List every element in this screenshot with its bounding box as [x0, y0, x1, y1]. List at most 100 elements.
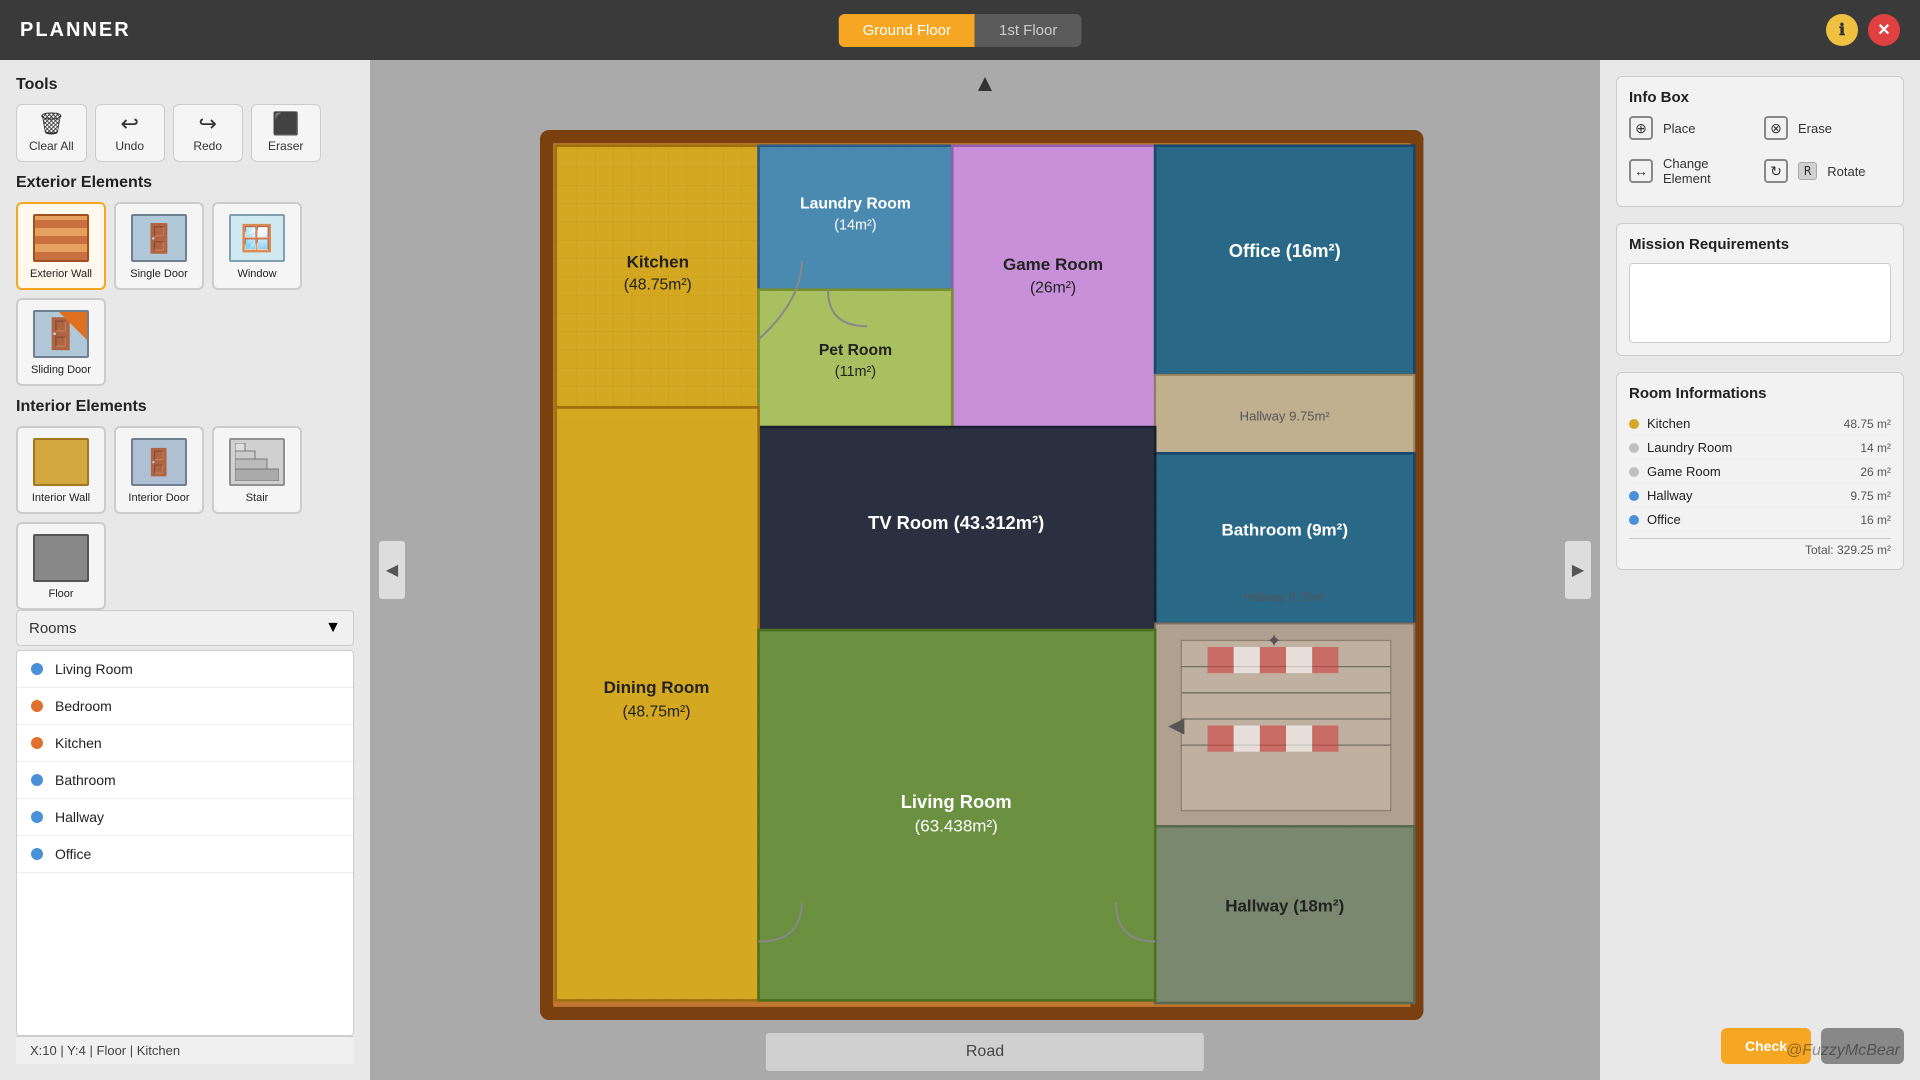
rooms-dropdown-header[interactable]: Rooms ▼ — [16, 610, 354, 646]
room-label-living-room: Living Room — [55, 661, 133, 677]
redo-button[interactable]: ↪ Redo — [173, 104, 243, 162]
rotate-icon: ↻ — [1764, 159, 1788, 183]
road-label: Road — [765, 1032, 1205, 1072]
svg-text:Hallway 9.75m²: Hallway 9.75m² — [1240, 409, 1331, 424]
svg-text:◀: ◀ — [1168, 714, 1185, 737]
room-label-hallway: Hallway — [55, 809, 104, 825]
exterior-wall-button[interactable]: Exterior Wall — [16, 202, 106, 290]
room-dot-office — [31, 848, 43, 860]
rotate-label: Rotate — [1827, 164, 1865, 179]
room-item-bathroom[interactable]: Bathroom — [17, 762, 353, 799]
sliding-door-icon-box: 🚪 — [31, 308, 91, 360]
clear-all-button[interactable]: 🗑 Clear All — [16, 104, 87, 162]
room-item-office[interactable]: Office — [17, 836, 353, 873]
room-info-name-game-room: Game Room — [1647, 464, 1860, 479]
status-text: X:10 | Y:4 | Floor | Kitchen — [30, 1043, 180, 1058]
window-icon-box: 🪟 — [227, 212, 287, 264]
interior-elements-grid: Interior Wall 🚪 Interior Door — [16, 426, 354, 610]
svg-text:Pet Room: Pet Room — [819, 342, 892, 359]
exterior-wall-icon-box — [31, 212, 91, 264]
rooms-dropdown-icon: ▼ — [325, 619, 341, 637]
svg-text:(11m²): (11m²) — [835, 364, 876, 380]
exterior-wall-label: Exterior Wall — [30, 268, 92, 280]
sliding-door-corner — [59, 312, 87, 340]
clear-all-label: Clear All — [29, 139, 74, 153]
room-info-hallway: Hallway 9.75 m² — [1629, 484, 1891, 508]
room-info-area-hallway: 9.75 m² — [1850, 489, 1891, 503]
info-place-row: ⊕ Place — [1629, 116, 1756, 140]
room-info-area-kitchen: 48.75 m² — [1844, 417, 1891, 431]
room-dot-bedroom — [31, 700, 43, 712]
info-box-section: Info Box ⊕ Place ⊗ Erase ↔ Change Elemen… — [1616, 76, 1904, 207]
window-button[interactable]: 🪟 Window — [212, 202, 302, 290]
svg-text:Kitchen: Kitchen — [627, 252, 689, 271]
canvas-area[interactable]: ◀ ▶ ▲ Kitchen (48.75m²) — [370, 60, 1600, 1080]
room-info-total: Total: 329.25 m² — [1629, 538, 1891, 557]
room-item-hallway[interactable]: Hallway — [17, 799, 353, 836]
header: PLANNER Ground Floor 1st Floor ℹ ✕ — [0, 0, 1920, 60]
single-door-icon: 🚪 — [131, 214, 187, 262]
sliding-door-button[interactable]: 🚪 Sliding Door — [16, 298, 106, 386]
change-element-icon: ↔ — [1629, 159, 1653, 183]
svg-text:(63.438m²): (63.438m²) — [915, 817, 998, 836]
interior-door-button[interactable]: 🚪 Interior Door — [114, 426, 204, 514]
stair-label: Stair — [246, 492, 269, 504]
room-dot-kitchen — [31, 737, 43, 749]
room-item-bedroom[interactable]: Bedroom — [17, 688, 353, 725]
room-info-name-kitchen: Kitchen — [1647, 416, 1844, 431]
sliding-door-label: Sliding Door — [31, 364, 91, 376]
tools-section: Tools 🗑 Clear All ↩ Undo ↪ Redo ⬛ Eraser — [16, 76, 354, 162]
stair-button[interactable]: Stair — [212, 426, 302, 514]
interior-wall-button[interactable]: Interior Wall — [16, 426, 106, 514]
exterior-elements-title: Exterior Elements — [16, 174, 354, 192]
nav-arrow-left[interactable]: ◀ — [378, 540, 406, 600]
close-icon-button[interactable]: ✕ — [1868, 14, 1900, 46]
mission-title: Mission Requirements — [1629, 236, 1891, 253]
room-info-dot-laundry — [1629, 443, 1639, 453]
window-label: Window — [237, 268, 276, 280]
floor-plan: Kitchen (48.75m²) Laundry Room (14m²) Ga… — [410, 130, 1560, 1020]
rotate-key: R — [1798, 162, 1817, 180]
interior-door-icon-box: 🚪 — [129, 436, 189, 488]
tab-ground-floor[interactable]: Ground Floor — [839, 14, 975, 47]
eraser-button[interactable]: ⬛ Eraser — [251, 104, 321, 162]
road-text: Road — [966, 1043, 1004, 1060]
room-info-dot-office — [1629, 515, 1639, 525]
eraser-icon: ⬛ — [272, 113, 299, 135]
interior-door-icon: 🚪 — [131, 438, 187, 486]
single-door-button[interactable]: 🚪 Single Door — [114, 202, 204, 290]
room-label-office: Office — [55, 846, 91, 862]
svg-text:Hallway 9.75m²: Hallway 9.75m² — [1244, 591, 1325, 604]
undo-label: Undo — [115, 139, 144, 153]
room-dot-hallway — [31, 811, 43, 823]
room-info-name-hallway: Hallway — [1647, 488, 1850, 503]
room-info-dot-hallway — [1629, 491, 1639, 501]
room-info-name-office: Office — [1647, 512, 1860, 527]
room-info-dot-game-room — [1629, 467, 1639, 477]
undo-button[interactable]: ↩ Undo — [95, 104, 165, 162]
left-panel: Tools 🗑 Clear All ↩ Undo ↪ Redo ⬛ Eraser — [0, 60, 370, 1080]
sliding-door-icon: 🚪 — [33, 310, 89, 358]
rooms-header-label: Rooms — [29, 620, 325, 637]
app-title: PLANNER — [20, 19, 131, 42]
svg-text:Living Room: Living Room — [901, 791, 1012, 812]
room-item-kitchen[interactable]: Kitchen — [17, 725, 353, 762]
info-icon-button[interactable]: ℹ — [1826, 14, 1858, 46]
mission-box — [1629, 263, 1891, 343]
clear-all-icon: 🗑 — [37, 113, 65, 135]
stair-icon-box — [227, 436, 287, 488]
room-item-living-room[interactable]: Living Room — [17, 651, 353, 688]
tools-title: Tools — [16, 76, 354, 94]
interior-door-label: Interior Door — [128, 492, 189, 504]
tab-1st-floor[interactable]: 1st Floor — [975, 14, 1081, 47]
tools-row: 🗑 Clear All ↩ Undo ↪ Redo ⬛ Eraser — [16, 104, 354, 162]
svg-text:Game Room: Game Room — [1003, 255, 1103, 274]
rooms-section: Rooms ▼ Living Room Bedroom Kitchen — [16, 610, 354, 1036]
info-erase-row: ⊗ Erase — [1764, 116, 1891, 140]
nav-arrow-right[interactable]: ▶ — [1564, 540, 1592, 600]
rooms-list[interactable]: Living Room Bedroom Kitchen Bathroom Hal… — [16, 650, 354, 1036]
room-info-area-game-room: 26 m² — [1860, 465, 1891, 479]
floor-button[interactable]: Floor — [16, 522, 106, 610]
interior-wall-icon — [33, 438, 89, 486]
status-bar: X:10 | Y:4 | Floor | Kitchen — [16, 1036, 354, 1064]
